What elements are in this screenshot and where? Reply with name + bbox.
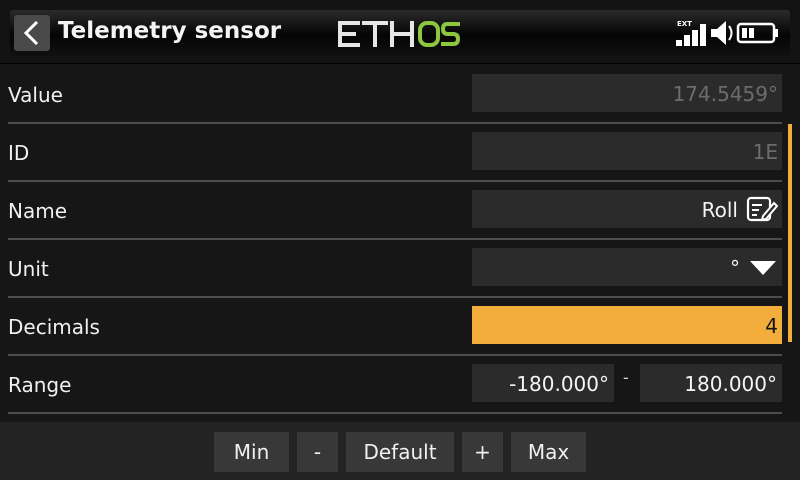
decimals-label: Decimals	[8, 315, 100, 339]
ext-label: EXT	[677, 20, 692, 28]
min-button[interactable]: Min	[214, 432, 289, 472]
bottom-toolbar: Min - Default + Max	[0, 422, 800, 480]
range-min-field[interactable]: -180.000°	[472, 364, 614, 402]
row-unit: Unit °	[8, 240, 782, 298]
unit-dropdown[interactable]: °	[472, 248, 782, 286]
row-range: Range -180.000° - 180.000°	[8, 356, 782, 414]
back-button[interactable]	[14, 15, 50, 51]
chevron-left-icon	[23, 20, 39, 46]
value-label: Value	[8, 83, 63, 107]
row-name: Name Roll	[8, 182, 782, 240]
value-field: 174.5459°	[472, 74, 782, 112]
id-readout: 1E	[752, 140, 778, 164]
range-max-field[interactable]: 180.000°	[640, 364, 782, 402]
speaker-icon	[711, 21, 733, 45]
status-icons: EXT	[674, 18, 784, 52]
decimals-value: 4	[765, 314, 778, 338]
name-label: Name	[8, 199, 68, 223]
edit-icon	[746, 196, 778, 222]
scrollbar[interactable]	[788, 124, 792, 342]
battery-icon	[736, 22, 778, 44]
id-field: 1E	[472, 132, 782, 170]
row-value: Value 174.5459°	[8, 66, 782, 124]
default-button[interactable]: Default	[346, 432, 454, 472]
decimals-field[interactable]: 4	[472, 306, 782, 344]
title-bar: Telemetry sensor EXT	[0, 0, 800, 64]
name-value: Roll	[701, 198, 738, 222]
range-separator: -	[623, 368, 629, 387]
dropdown-arrow-icon	[750, 261, 776, 275]
range-max-value: 180.000°	[684, 372, 777, 396]
value-readout: 174.5459°	[672, 82, 778, 106]
max-button[interactable]: Max	[511, 432, 586, 472]
row-decimals: Decimals 4	[8, 298, 782, 356]
range-min-value: -180.000°	[509, 372, 609, 396]
increment-button[interactable]: +	[462, 432, 503, 472]
page-title: Telemetry sensor	[58, 18, 282, 44]
unit-value: °	[730, 256, 740, 280]
decrement-button[interactable]: -	[297, 432, 338, 472]
id-label: ID	[8, 141, 30, 165]
row-id: ID 1E	[8, 124, 782, 182]
ethos-logo	[338, 21, 461, 47]
range-label: Range	[8, 373, 72, 397]
unit-label: Unit	[8, 257, 49, 281]
name-field[interactable]: Roll	[472, 190, 782, 228]
